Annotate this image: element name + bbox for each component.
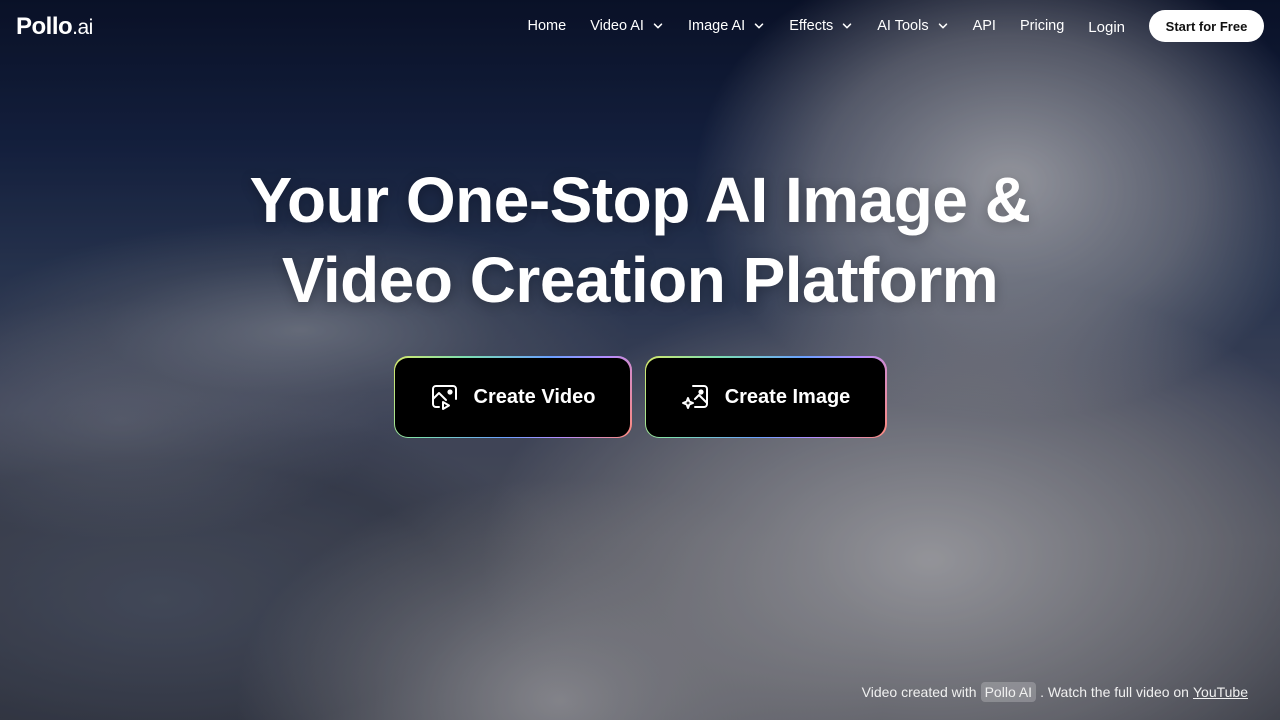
nav-effects-label: Effects — [789, 18, 834, 34]
login-label: Login — [1088, 18, 1125, 36]
nav-home-label: Home — [527, 18, 567, 34]
sparkle-image-icon — [681, 382, 711, 412]
logo-suffix: .ai — [72, 16, 93, 39]
logo[interactable]: Pollo .ai — [16, 13, 93, 41]
credit-prefix: Video created with — [861, 684, 977, 700]
nav-image-ai-label: Image AI — [687, 18, 746, 34]
create-video-button-body: Create Video — [395, 357, 630, 437]
nav-api-label: API — [972, 18, 996, 34]
nav-effects[interactable]: Effects — [789, 18, 853, 34]
nav-video-ai[interactable]: Video AI — [590, 18, 664, 34]
logo-main: Pollo — [16, 13, 73, 40]
video-credit: Video created with Pollo AI . Watch the … — [862, 682, 1248, 702]
youtube-link[interactable]: YouTube — [1193, 684, 1248, 700]
nav-image-ai[interactable]: Image AI — [688, 18, 765, 34]
nav-pricing[interactable]: Pricing — [1020, 18, 1064, 34]
login-link[interactable]: Login — [1088, 19, 1125, 36]
nav-ai-tools[interactable]: AI Tools — [877, 18, 948, 34]
hero-cta-group: Create Video Create Image — [0, 356, 1280, 438]
create-image-button[interactable]: Create Image — [644, 356, 887, 438]
nav-pricing-label: Pricing — [1019, 18, 1065, 34]
nav-ai-tools-label: AI Tools — [877, 18, 929, 34]
nav-video-ai-label: Video AI — [590, 18, 644, 34]
video-image-icon — [430, 382, 460, 412]
hero-title-line-1: Your One-Stop AI Image & — [249, 164, 1031, 236]
create-image-label: Create Image — [724, 385, 851, 408]
create-video-button[interactable]: Create Video — [393, 356, 632, 438]
start-for-free-label: Start for Free — [1165, 18, 1248, 34]
create-video-label: Create Video — [473, 385, 596, 408]
chevron-down-icon — [937, 20, 949, 32]
hero-title: Your One-Stop AI Image & Video Creation … — [0, 160, 1280, 320]
chevron-down-icon — [841, 20, 853, 32]
chevron-down-icon — [652, 20, 664, 32]
nav-api[interactable]: API — [973, 18, 996, 34]
top-navbar: Pollo .ai Home Video AI Image AI Effects … — [0, 0, 1280, 52]
chevron-down-icon — [753, 20, 765, 32]
main-nav: Home Video AI Image AI Effects AI Tools — [528, 10, 1264, 42]
create-image-button-body: Create Image — [646, 357, 885, 437]
nav-home[interactable]: Home — [528, 18, 567, 34]
start-for-free-button[interactable]: Start for Free — [1149, 10, 1264, 42]
credit-middle: . Watch the full video on — [1040, 684, 1189, 700]
pollo-ai-tag: Pollo AI — [980, 682, 1037, 702]
hero-title-line-2: Video Creation Platform — [281, 244, 999, 316]
